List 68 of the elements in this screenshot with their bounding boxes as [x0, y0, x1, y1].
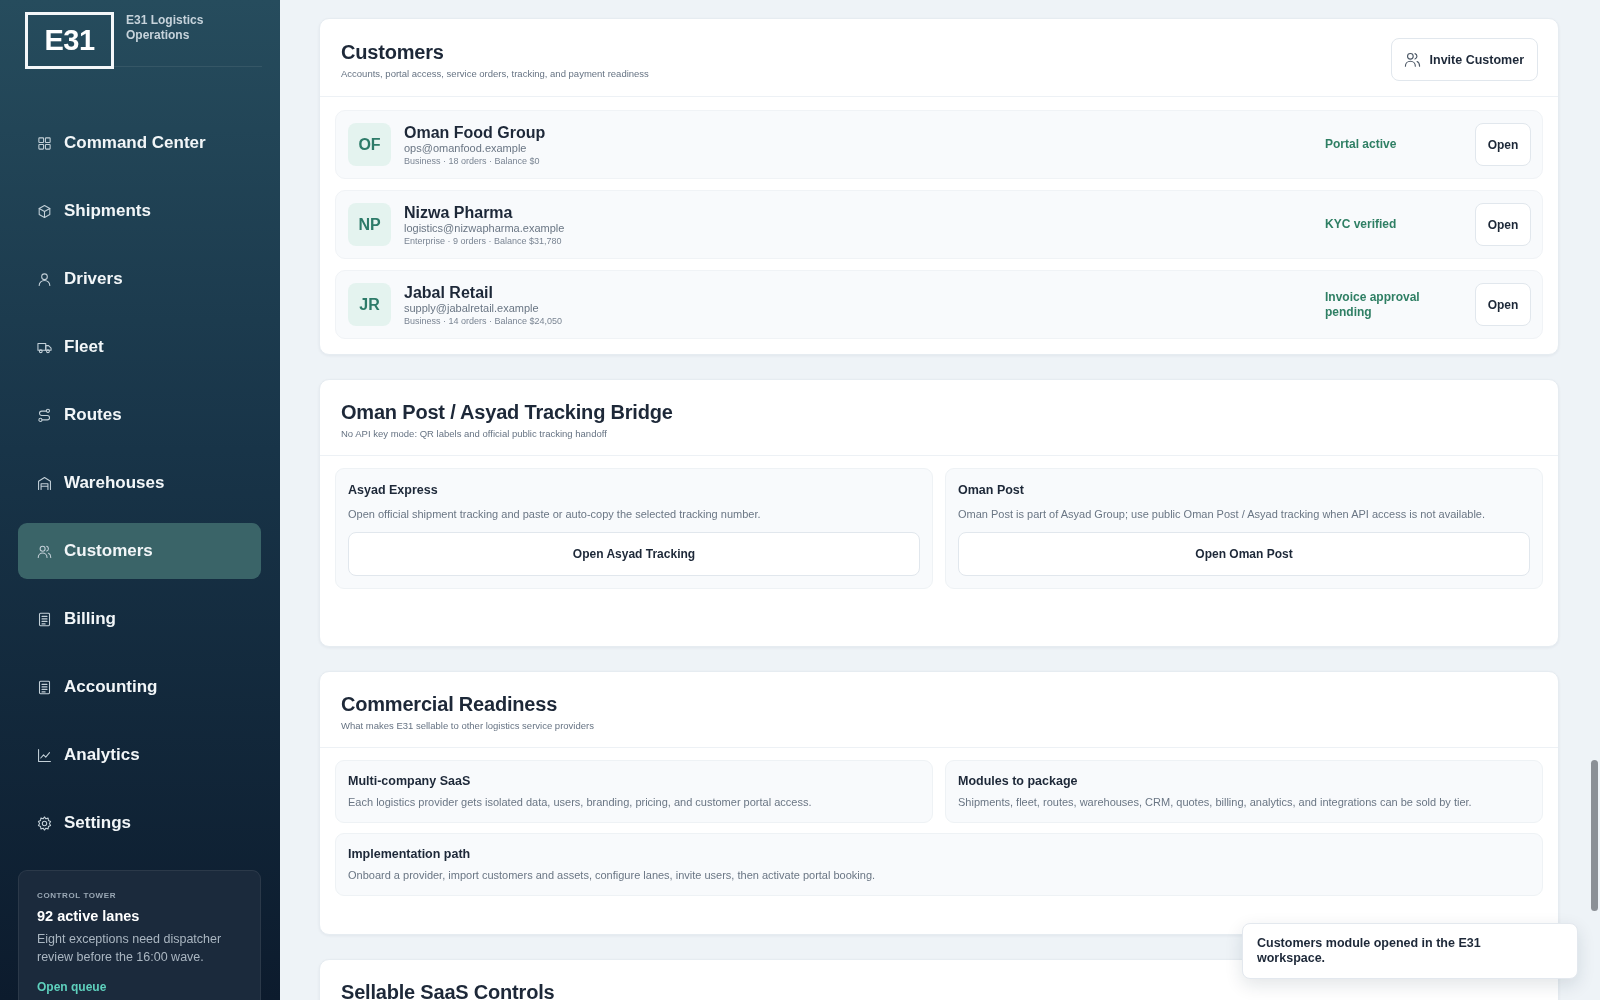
carrier-name: Oman Post — [958, 482, 1025, 498]
carrier-description: Open official shipment tracking and paste or auto-copy the selected tracking number. — [348, 507, 762, 522]
customer-meta: Business · 14 orders · Balance $24,050 — [404, 314, 563, 327]
person-icon — [37, 271, 52, 287]
panel-title: Customers — [341, 40, 445, 65]
panel-title: Sellable SaaS Controls — [341, 980, 555, 1000]
customer-meta: Business · 18 orders · Balance $0 — [404, 154, 540, 167]
nav-item[interactable]: Routes — [18, 387, 261, 443]
nav-item[interactable]: Drivers — [18, 251, 261, 307]
nav-item[interactable]: Warehouses — [18, 455, 261, 511]
scrollbar-thumb[interactable] — [1591, 760, 1598, 911]
customer-email: logistics@nizwapharma.example — [404, 221, 565, 235]
initials-avatar: OF — [348, 123, 391, 166]
panel-title: Oman Post / Asyad Tracking Bridge — [341, 400, 673, 425]
nav-item[interactable]: Settings — [18, 795, 261, 851]
cube-icon — [37, 203, 52, 219]
route-icon — [37, 407, 52, 423]
carrier-name: Asyad Express — [348, 482, 439, 498]
customer-name: Jabal Retail — [404, 282, 493, 302]
settings-icon — [37, 815, 52, 831]
carrier-description: Oman Post is part of Asyad Group; use public Oman Post / Asyad tracking when API access is not available. — [958, 507, 1487, 522]
warehouse-icon — [37, 475, 52, 491]
invite-button[interactable]: Invite Customer — [1390, 38, 1538, 81]
panel-subtitle: No API key mode: QR labels and official public tracking handoff — [341, 427, 608, 440]
document-icon — [37, 679, 52, 695]
status-label: Portal active — [1325, 137, 1398, 152]
nav-item[interactable]: Fleet — [18, 319, 261, 375]
panel-title: Commercial Readiness — [341, 692, 559, 717]
customer-meta: Enterprise · 9 orders · Balance $31,780 — [404, 234, 562, 247]
panel-subtitle: What makes E31 sellable to other logistics service providers — [341, 719, 594, 732]
open-button[interactable]: Open — [1475, 203, 1531, 246]
customer-email: ops@omanfood.example — [404, 141, 527, 155]
readiness-title: Modules to package — [958, 773, 1079, 789]
customer-name: Oman Food Group — [404, 122, 546, 142]
queue-link[interactable]: Open queue — [37, 980, 107, 994]
card-eyebrow: CONTROL TOWER — [37, 891, 118, 901]
tracking-button[interactable]: Open Asyad Tracking — [348, 532, 920, 576]
panel-subtitle: Accounts, portal access, service orders, tracking, and payment readiness — [341, 67, 649, 80]
initials-avatar: NP — [348, 203, 391, 246]
status-label: KYC verified — [1325, 217, 1398, 232]
readiness-title: Multi-company SaaS — [348, 773, 472, 789]
document-icon — [37, 611, 52, 627]
readiness-title: Implementation path — [348, 846, 472, 862]
users-icon — [37, 543, 52, 559]
nav-item[interactable]: Analytics — [18, 727, 261, 783]
line-chart-icon — [37, 747, 52, 763]
users-icon — [1403, 51, 1421, 68]
card-title: 92 active lanes — [37, 907, 141, 925]
tracking-button[interactable]: Open Oman Post — [958, 532, 1530, 576]
readiness-description: Onboard a provider, import customers and assets, configure lanes, invite users, then activate portal booking. — [348, 868, 877, 883]
customer-name: Nizwa Pharma — [404, 202, 513, 222]
customer-email: supply@jabalretail.example — [404, 301, 539, 315]
nav-item[interactable]: Customers — [18, 523, 261, 579]
initials-avatar: JR — [348, 283, 391, 326]
nav-item[interactable]: Command Center — [18, 115, 261, 171]
nav-item[interactable]: Billing — [18, 591, 261, 647]
nav-item[interactable]: Accounting — [18, 659, 261, 715]
open-button[interactable]: Open — [1475, 123, 1531, 166]
status-label: Invoice approval pending — [1325, 289, 1421, 320]
readiness-description: Shipments, fleet, routes, warehouses, CRM, quotes, billing, analytics, and integrations can be sold by tier. — [958, 795, 1473, 810]
open-button[interactable]: Open — [1475, 283, 1531, 326]
brand-name: E31 Logistics Operations — [126, 13, 205, 43]
logo: E31 — [25, 11, 114, 69]
nav-item[interactable]: Shipments — [18, 183, 261, 239]
grid-icon — [37, 135, 52, 151]
toast-message: Customers module opened in the E31 workspace. — [1242, 923, 1578, 979]
readiness-description: Each logistics provider gets isolated data, users, branding, pricing, and customer portal access. — [348, 795, 813, 810]
card-description: Eight exceptions need dispatcher review before the 16:00 wave. — [37, 931, 223, 966]
